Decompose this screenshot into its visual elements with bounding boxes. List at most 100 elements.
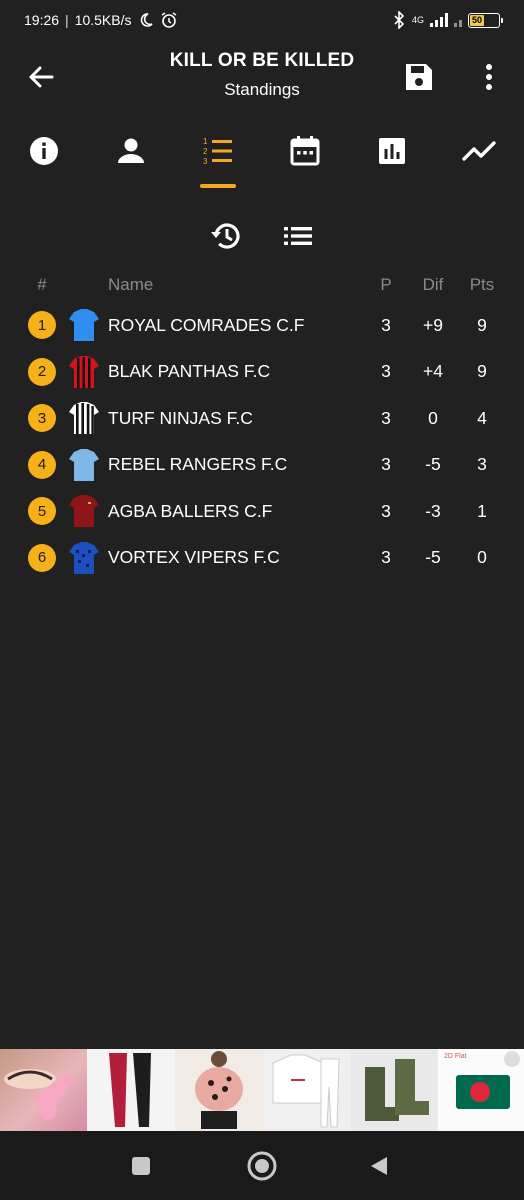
played-cell: 3 bbox=[381, 361, 391, 382]
rank-cell: 2 bbox=[26, 349, 58, 396]
black-white-stripes-kit-icon bbox=[69, 402, 99, 435]
status-separator: | bbox=[65, 12, 69, 28]
table-row[interactable]: 6 VORTEX VIPERS F.C 3 -5 0 bbox=[0, 535, 524, 582]
kit-icon bbox=[66, 302, 102, 349]
back-arrow-icon[interactable] bbox=[24, 60, 58, 94]
ad-tile-swimsuit[interactable] bbox=[175, 1049, 263, 1131]
page-title: KILL OR BE KILLED bbox=[169, 50, 355, 71]
played-cell: 3 bbox=[381, 314, 391, 335]
diff-cell: -5 bbox=[425, 454, 441, 475]
status-bar: 19:26 | 10.5KB/s 4G 50 bbox=[0, 0, 524, 40]
svg-text:2: 2 bbox=[203, 147, 208, 156]
ad-banner[interactable]: 2D Flat bbox=[0, 1049, 524, 1131]
tab-player[interactable] bbox=[101, 128, 161, 190]
boots-image bbox=[365, 1059, 429, 1121]
ad-tile-lash-tool[interactable] bbox=[0, 1049, 87, 1131]
tab-fixtures[interactable] bbox=[275, 128, 335, 190]
points-cell: 4 bbox=[477, 407, 487, 428]
network-label: 4G bbox=[411, 14, 424, 25]
kit-icon bbox=[66, 349, 102, 396]
played-cell: 3 bbox=[381, 407, 391, 428]
points-cell: 3 bbox=[477, 454, 487, 475]
status-time: 19:26 bbox=[24, 12, 60, 28]
col-diff: Dif bbox=[422, 275, 444, 294]
bar-chart-icon bbox=[379, 138, 405, 164]
ordered-list-icon: 123 bbox=[203, 137, 232, 166]
svg-text:3: 3 bbox=[203, 157, 208, 166]
square-icon bbox=[132, 1157, 150, 1175]
person-icon bbox=[118, 138, 144, 163]
col-played: P bbox=[380, 275, 392, 294]
ad-tile-leggings[interactable] bbox=[87, 1049, 175, 1131]
app-bar: KILL OR BE KILLED Standings bbox=[0, 48, 524, 108]
blue-pattern-kit-icon bbox=[69, 541, 99, 574]
leggings-image bbox=[109, 1053, 151, 1127]
tab-stats[interactable] bbox=[362, 128, 422, 190]
rank-cell: 1 bbox=[26, 302, 58, 349]
standings-table: # Name P Dif Pts 1 ROYAL COMRADES C.F 3 +9 9… bbox=[0, 268, 524, 581]
bluetooth-icon bbox=[394, 11, 405, 29]
signal-icon bbox=[430, 13, 448, 27]
list-icon[interactable] bbox=[280, 218, 316, 254]
col-rank: # bbox=[37, 275, 47, 294]
home-button[interactable] bbox=[245, 1149, 279, 1183]
diff-cell: +9 bbox=[423, 314, 443, 335]
kit-icon bbox=[66, 488, 102, 535]
ad-tile-flag[interactable]: 2D Flat bbox=[438, 1049, 524, 1131]
diff-cell: -5 bbox=[425, 547, 441, 568]
rank-cell: 6 bbox=[26, 535, 58, 582]
diff-cell: +4 bbox=[423, 361, 443, 382]
triangle-back-icon bbox=[371, 1157, 387, 1175]
team-name: REBEL RANGERS F.C bbox=[108, 454, 288, 475]
flag-image bbox=[456, 1051, 520, 1109]
played-cell: 3 bbox=[381, 547, 391, 568]
calendar-icon bbox=[290, 136, 320, 166]
rank-badge: 2 bbox=[28, 357, 56, 386]
active-tab-indicator bbox=[200, 184, 236, 188]
blue-kit-icon bbox=[69, 309, 99, 342]
diff-cell: -3 bbox=[425, 500, 441, 521]
info-icon bbox=[30, 137, 58, 165]
more-vert-icon[interactable] bbox=[474, 60, 504, 94]
moon-icon bbox=[140, 13, 153, 27]
sky-blue-kit-icon bbox=[69, 448, 99, 481]
system-nav-bar bbox=[0, 1131, 524, 1200]
lash-tool-image bbox=[4, 1069, 74, 1120]
points-cell: 9 bbox=[477, 361, 487, 382]
circle-home-icon bbox=[247, 1151, 277, 1181]
tab-trends[interactable] bbox=[449, 128, 509, 190]
status-speed: 10.5KB/s bbox=[74, 12, 132, 28]
history-icon[interactable] bbox=[208, 218, 244, 254]
team-name: AGBA BALLERS C.F bbox=[108, 500, 273, 521]
maroon-kit-icon bbox=[69, 495, 99, 528]
table-row[interactable]: 3 TURF NINJAS F.C 3 0 4 bbox=[0, 395, 524, 442]
tab-info[interactable] bbox=[14, 128, 74, 190]
table-row[interactable]: 4 REBEL RANGERS F.C 3 -5 3 bbox=[0, 442, 524, 489]
table-row[interactable]: 5 AGBA BALLERS C.F 3 -3 1 bbox=[0, 488, 524, 535]
table-row[interactable]: 1 ROYAL COMRADES C.F 3 +9 9 bbox=[0, 302, 524, 349]
kit-icon bbox=[66, 535, 102, 582]
ad-tile-tracksuit[interactable] bbox=[263, 1049, 351, 1131]
team-name: BLAK PANTHAS F.C bbox=[108, 361, 271, 382]
tab-bar: 123 bbox=[0, 128, 524, 190]
battery-level: 50 bbox=[471, 15, 482, 25]
team-name: ROYAL COMRADES C.F bbox=[108, 314, 305, 335]
svg-text:1: 1 bbox=[203, 137, 208, 146]
rank-cell: 3 bbox=[26, 395, 58, 442]
save-icon[interactable] bbox=[402, 60, 436, 94]
signal-icon-2 bbox=[454, 13, 462, 27]
points-cell: 9 bbox=[477, 314, 487, 335]
rank-badge: 5 bbox=[28, 497, 56, 526]
played-cell: 3 bbox=[381, 454, 391, 475]
view-toggles bbox=[0, 216, 524, 256]
alarm-icon bbox=[161, 12, 176, 28]
ad-tile-boots[interactable] bbox=[351, 1049, 438, 1131]
rank-cell: 4 bbox=[26, 442, 58, 489]
kit-icon bbox=[66, 395, 102, 442]
rank-cell: 5 bbox=[26, 488, 58, 535]
table-row[interactable]: 2 BLAK PANTHAS F.C 3 +4 9 bbox=[0, 349, 524, 396]
recents-button[interactable] bbox=[124, 1149, 158, 1183]
rank-badge: 1 bbox=[28, 311, 56, 340]
tab-standings[interactable]: 123 bbox=[188, 128, 248, 190]
back-button[interactable] bbox=[362, 1149, 396, 1183]
